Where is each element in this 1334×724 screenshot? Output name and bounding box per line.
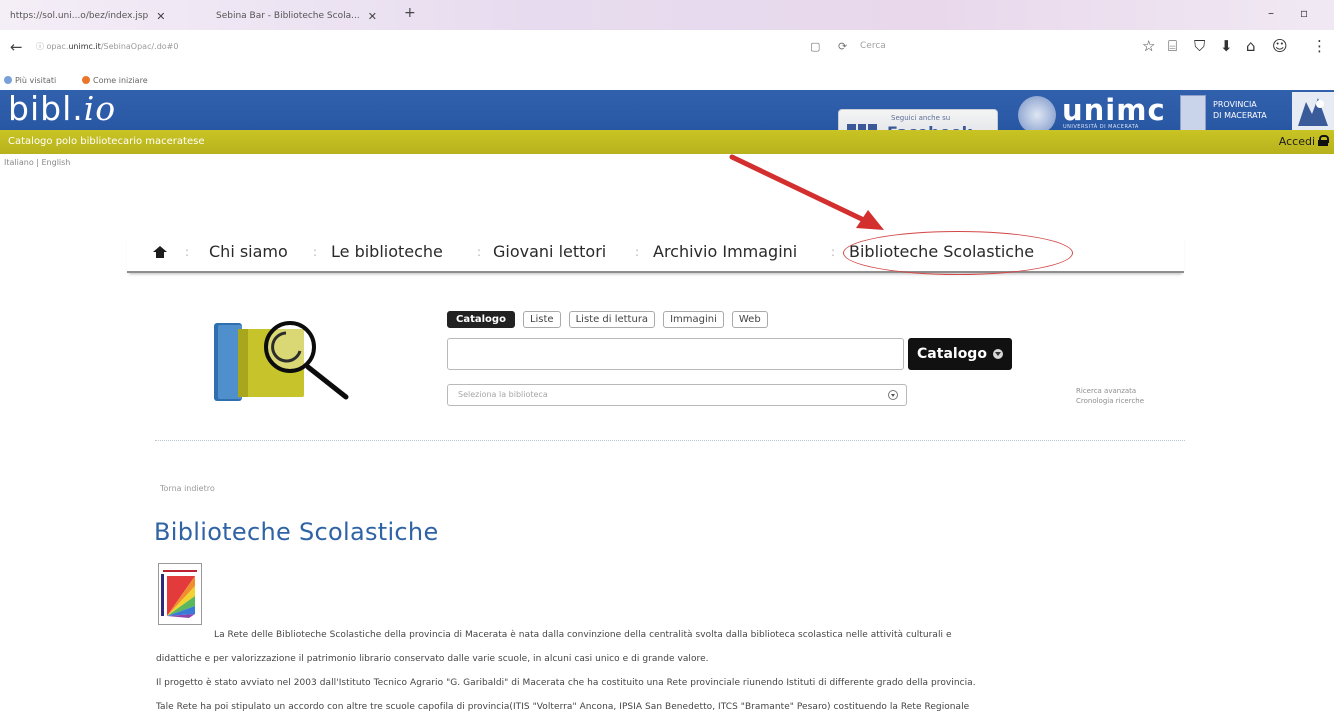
bibl-io-logo[interactable]: bibl.io	[8, 89, 116, 128]
firefox-icon	[82, 76, 90, 84]
account-icon[interactable]: ☺	[1272, 37, 1288, 55]
chevron-down-icon	[888, 390, 898, 400]
tab-immagini[interactable]: Immagini	[663, 311, 724, 328]
bookmarks-bar: Più visitati Come iniziare	[0, 62, 1334, 88]
provincia-logo[interactable]: PROVINCIA DI MACERATA	[1213, 99, 1267, 121]
back-arrow-icon[interactable]: ←	[10, 38, 23, 56]
reload-icon[interactable]: ⟳	[838, 40, 847, 53]
content-paragraph-line: didattiche e per valorizzazione il patri…	[156, 654, 709, 664]
section-divider	[155, 440, 1185, 441]
content-paragraph-line: Tale Rete ha poi stipulato un accordo co…	[156, 702, 970, 712]
reader-view-icon[interactable]: ▢	[810, 40, 820, 53]
url-prefix: ⓘ opac.	[36, 42, 69, 51]
mibac-logo-icon	[1292, 92, 1334, 132]
bookmark-star-icon[interactable]: ☆	[1142, 37, 1155, 55]
nav-item-giovani-lettori[interactable]: Giovani lettori	[493, 242, 606, 261]
page-title: Biblioteche Scolastiche	[154, 518, 439, 546]
minimize-button[interactable]: –	[1268, 6, 1274, 20]
login-label: Accedi	[1278, 135, 1315, 148]
nav-separator: :	[635, 245, 640, 259]
catalog-search-input[interactable]	[447, 338, 904, 370]
provincia-emblem-icon	[1180, 95, 1206, 133]
logo-text-italic: io	[83, 89, 117, 128]
tab-web[interactable]: Web	[731, 311, 768, 328]
provincia-line-1: PROVINCIA	[1213, 100, 1257, 109]
login-button[interactable]: Accedi	[1278, 134, 1329, 148]
catalog-button-label: Catalogo	[917, 346, 987, 362]
menu-icon[interactable]: ⋮	[1312, 37, 1327, 55]
url-domain: unimc.it	[68, 42, 101, 51]
bookmark-label: Come iniziare	[93, 76, 148, 85]
bookmark-getting-started[interactable]: Come iniziare	[82, 76, 148, 85]
bookmark-folder-icon	[4, 76, 12, 84]
new-tab-button[interactable]: +	[404, 5, 416, 21]
home-icon[interactable]	[153, 246, 167, 258]
nav-separator: :	[313, 245, 318, 259]
close-icon[interactable]: ✕	[156, 10, 165, 23]
browser-search-field[interactable]: Cerca	[860, 41, 886, 51]
browser-tab-1[interactable]: https://sol.uni...o/bez/index.jsp ✕	[10, 6, 165, 26]
browser-tab-bar: https://sol.uni...o/bez/index.jsp ✕ Sebi…	[0, 0, 1334, 30]
home-icon[interactable]: ⌂	[1246, 37, 1256, 55]
tab-liste-di-lettura[interactable]: Liste di lettura	[568, 311, 656, 328]
highlight-ellipse-annotation	[843, 231, 1073, 275]
close-icon[interactable]: ✕	[368, 10, 377, 23]
tab-liste[interactable]: Liste	[522, 311, 561, 328]
browser-tab-1-title: https://sol.uni...o/bez/index.jsp	[10, 11, 149, 21]
unimc-emblem-icon	[1018, 96, 1056, 134]
url-field[interactable]: ⓘ opac.unimc.it/SebinaOpac/.do#0	[36, 41, 178, 52]
provincia-line-2: DI MACERATA	[1213, 111, 1267, 120]
catalog-search-illustration	[206, 303, 366, 403]
browser-address-bar: ← ⓘ opac.unimc.it/SebinaOpac/.do#0 ▢ ⟳ C…	[0, 32, 1334, 62]
nav-separator: :	[831, 245, 836, 259]
content-paragraph-line: Il progetto è stato avviato nel 2003 dal…	[156, 678, 976, 688]
nav-separator: :	[477, 245, 482, 259]
site-tagline: Catalogo polo bibliotecario maceratese	[8, 136, 205, 147]
tab-catalogo[interactable]: Catalogo	[447, 311, 515, 328]
facebook-caption: Seguici anche su	[891, 114, 951, 122]
restore-button[interactable]: ▫	[1300, 6, 1308, 20]
browser-tab-2[interactable]: Sebina Bar - Biblioteche Scola... ✕	[216, 6, 377, 26]
back-link[interactable]: Torna indietro	[160, 484, 215, 493]
url-path: /SebinaOpac/.do#0	[100, 42, 179, 51]
rete-biblioteche-logo-image	[158, 563, 202, 625]
tagline-bar: Catalogo polo bibliotecario maceratese A…	[0, 130, 1334, 154]
logo-text: bibl.	[8, 89, 84, 128]
nav-item-le-biblioteche[interactable]: Le biblioteche	[331, 242, 443, 261]
library-select-placeholder: Seleziona la biblioteca	[458, 390, 548, 399]
search-links: Ricerca avanzata Cronologia ricerche	[1076, 386, 1144, 406]
bookmark-most-visited[interactable]: Più visitati	[4, 76, 56, 85]
search-type-tabs: Catalogo Liste Liste di lettura Immagini…	[447, 311, 768, 328]
nav-item-chi-siamo[interactable]: Chi siamo	[209, 242, 288, 261]
library-select[interactable]: Seleziona la biblioteca	[447, 384, 907, 406]
language-switcher[interactable]: Italiano | English	[4, 158, 70, 167]
content-paragraph-line: La Rete delle Biblioteche Scolastiche de…	[214, 630, 952, 640]
lock-icon	[1318, 135, 1329, 146]
library-icon[interactable]: ⌸	[1168, 37, 1177, 55]
download-icon[interactable]: ⬇	[1220, 37, 1233, 55]
browser-tab-2-title: Sebina Bar - Biblioteche Scola...	[216, 11, 360, 21]
advanced-search-link[interactable]: Ricerca avanzata	[1076, 386, 1144, 396]
bookmark-label: Più visitati	[15, 76, 57, 85]
search-history-link[interactable]: Cronologia ricerche	[1076, 396, 1144, 406]
unimc-logo[interactable]: unimc	[1062, 93, 1166, 127]
nav-separator: :	[185, 245, 190, 259]
chevron-down-icon	[992, 349, 1003, 359]
main-navigation: : Chi siamo : Le biblioteche : Giovani l…	[127, 231, 1184, 275]
pocket-icon[interactable]: ⛉	[1194, 37, 1205, 55]
nav-item-archivio-immagini[interactable]: Archivio Immagini	[653, 242, 797, 261]
catalog-search-button[interactable]: Catalogo	[908, 338, 1012, 370]
